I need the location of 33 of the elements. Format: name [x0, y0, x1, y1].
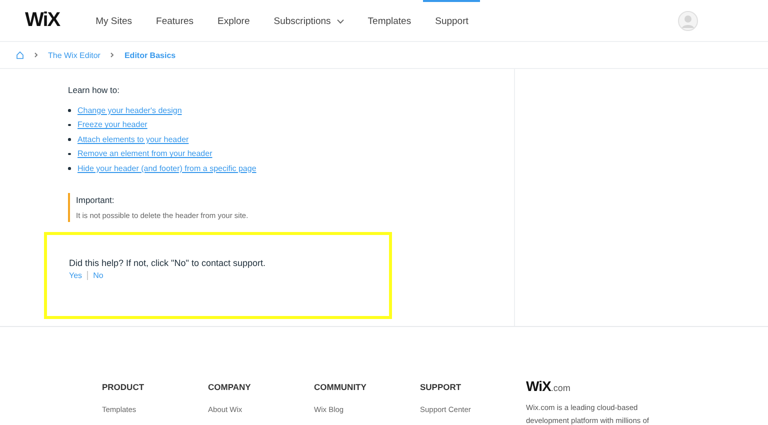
nav-tab[interactable]: Support: [423, 0, 480, 41]
nav-tab[interactable]: Subscriptions: [262, 0, 356, 41]
feedback-question: Did this help? If not, click "No" to contact support.: [69, 258, 266, 268]
nav-tab[interactable]: Explore: [206, 0, 262, 41]
feedback-link[interactable]: No: [93, 270, 104, 280]
feedback-link[interactable]: Yes: [69, 270, 82, 280]
nav-tab[interactable]: My Sites: [84, 0, 144, 41]
article-link[interactable]: Attach elements to your header: [78, 134, 189, 144]
nav-tab[interactable]: Features: [144, 0, 206, 41]
footer-heading: COMPANY: [208, 382, 252, 392]
bullet-icon: [68, 167, 70, 170]
bullet-icon: [68, 152, 70, 155]
article-link[interactable]: Hide your header (and footer) from a specific page: [78, 164, 256, 173]
footer-heading: PRODUCT: [102, 382, 146, 392]
chevron-icon: [32, 51, 40, 59]
footer-heading: COMMUNITY: [314, 382, 368, 392]
bullet-icon: [68, 124, 70, 126]
bullet-icon: [68, 109, 70, 112]
footer-heading: SUPPORT: [420, 382, 462, 392]
bullet-icon: [68, 138, 70, 140]
breadcrumb-link[interactable]: Editor Basics: [124, 50, 176, 60]
chevron-icon: [108, 51, 116, 59]
caret-icon: [336, 19, 344, 24]
breadcrumb-link[interactable]: The Wix Editor: [48, 50, 100, 60]
wix-logo[interactable]: WiX: [25, 9, 60, 32]
nav-tab[interactable]: Templates: [356, 0, 424, 41]
article-link[interactable]: Change your header's design: [78, 106, 182, 115]
intro-text: Learn how to:: [68, 85, 121, 95]
wix-logo: WiX.com: [526, 378, 572, 394]
note-title: Important:: [76, 194, 116, 204]
article-link[interactable]: Freeze your header: [78, 120, 148, 130]
article-link[interactable]: Remove an element from your header: [78, 149, 212, 158]
home-icon[interactable]: [16, 51, 24, 59]
